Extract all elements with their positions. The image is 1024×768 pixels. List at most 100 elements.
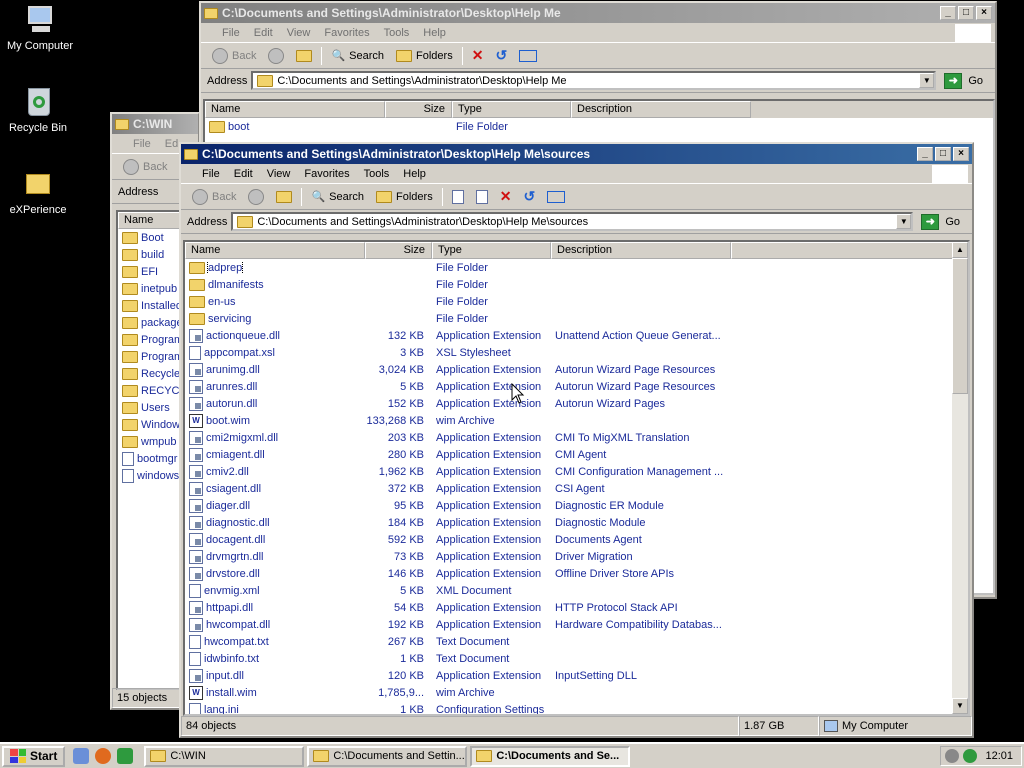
- address-dropdown-button[interactable]: ▼: [896, 214, 912, 229]
- table-row[interactable]: csiagent.dll 372 KB Application Extension C…: [185, 480, 968, 497]
- back-button[interactable]: Back: [120, 157, 170, 177]
- delete-button[interactable]: ✕: [497, 186, 515, 207]
- minimize-button[interactable]: _: [917, 147, 933, 161]
- copy-to-button[interactable]: [473, 188, 491, 206]
- menu-edit[interactable]: Edit: [227, 168, 260, 180]
- table-row[interactable]: diager.dll 95 KB Application Extension Diag…: [185, 497, 968, 514]
- quick-launch-desktop-icon[interactable]: [117, 748, 134, 764]
- undo-button[interactable]: ↺: [492, 45, 510, 66]
- menu-edit[interactable]: Edit: [247, 27, 280, 39]
- table-row[interactable]: drvmgrtn.dll 73 KB Application Extension Dr…: [185, 548, 968, 565]
- menu-favorites[interactable]: Favorites: [297, 168, 356, 180]
- table-row[interactable]: Winstall.wim 1,785,9... wim Archive: [185, 684, 968, 701]
- table-row[interactable]: input.dll 120 KB Application Extension Inpu…: [185, 667, 968, 684]
- menu-view[interactable]: View: [280, 27, 318, 39]
- menu-favorites[interactable]: Favorites: [317, 27, 376, 39]
- table-row[interactable]: arunimg.dll 3,024 KB Application Extension…: [185, 361, 968, 378]
- menu-tools[interactable]: Tools: [357, 168, 397, 180]
- title-bar[interactable]: C:\Documents and Settings\Administrator\…: [201, 3, 995, 23]
- table-row[interactable]: appcompat.xsl 3 KB XSL Stylesheet: [185, 344, 968, 361]
- menu-file[interactable]: File: [195, 168, 227, 180]
- folders-button[interactable]: Folders: [373, 189, 436, 205]
- file-list[interactable]: Name Size Type Description adprep File Fo…: [183, 240, 970, 716]
- desktop-icon-my-computer[interactable]: My Computer: [0, 4, 80, 52]
- desktop-icon-recycle-bin[interactable]: Recycle Bin: [0, 86, 78, 134]
- clock[interactable]: 12:01: [985, 750, 1013, 762]
- table-row[interactable]: diagnostic.dll 184 KB Application Extensio…: [185, 514, 968, 531]
- scroll-thumb[interactable]: [952, 258, 968, 394]
- tray-network-icon[interactable]: [963, 749, 977, 763]
- table-row[interactable]: hwcompat.txt 267 KB Text Document: [185, 633, 968, 650]
- table-row[interactable]: idwbinfo.txt 1 KB Text Document: [185, 650, 968, 667]
- desktop-icon-experience[interactable]: eXPerience: [0, 168, 78, 216]
- quick-launch-firefox-icon[interactable]: [95, 748, 112, 764]
- go-button[interactable]: ➜ Go: [917, 213, 972, 230]
- forward-button[interactable]: [245, 187, 267, 207]
- table-row[interactable]: httpapi.dll 54 KB Application Extension HTT…: [185, 599, 968, 616]
- up-folder-button[interactable]: [273, 189, 295, 205]
- address-dropdown-button[interactable]: ▼: [919, 73, 935, 88]
- menu-file[interactable]: File: [126, 138, 158, 150]
- search-button[interactable]: 🔍 Search: [308, 188, 367, 205]
- table-row[interactable]: adprep File Folder: [185, 259, 968, 276]
- quick-launch-explorer-icon[interactable]: [73, 748, 90, 764]
- address-input[interactable]: C:\Documents and Settings\Administrator\…: [251, 71, 937, 90]
- menu-file[interactable]: File: [215, 27, 247, 39]
- table-row[interactable]: en-us File Folder: [185, 293, 968, 310]
- table-row[interactable]: Wboot.wim 133,268 KB wim Archive: [185, 412, 968, 429]
- views-button[interactable]: [516, 48, 540, 64]
- column-header-description[interactable]: Description: [571, 101, 751, 118]
- column-header-name[interactable]: Name: [205, 101, 385, 118]
- maximize-button[interactable]: □: [935, 147, 951, 161]
- back-button[interactable]: Back: [189, 187, 239, 207]
- go-button[interactable]: ➜ Go: [940, 72, 995, 89]
- undo-button[interactable]: ↺: [520, 186, 538, 207]
- table-row[interactable]: envmig.xml 5 KB XML Document: [185, 582, 968, 599]
- column-header-type[interactable]: Type: [432, 242, 551, 259]
- address-input[interactable]: C:\Documents and Settings\Administrator\…: [231, 212, 914, 231]
- title-bar[interactable]: C:\WIN: [112, 114, 198, 134]
- column-header-size[interactable]: Size: [365, 242, 432, 259]
- scroll-up-button[interactable]: ▲: [952, 242, 968, 258]
- table-row[interactable]: docagent.dll 592 KB Application Extension D…: [185, 531, 968, 548]
- table-row[interactable]: drvstore.dll 146 KB Application Extension O…: [185, 565, 968, 582]
- delete-button[interactable]: ✕: [469, 45, 487, 66]
- table-row[interactable]: actionqueue.dll 132 KB Application Extensi…: [185, 327, 968, 344]
- task-button-sources[interactable]: C:\Documents and Se...: [470, 745, 631, 767]
- table-row[interactable]: lang.ini 1 KB Configuration Settings: [185, 701, 968, 714]
- table-row[interactable]: cmiagent.dll 280 KB Application Extension C…: [185, 446, 968, 463]
- table-row[interactable]: servicing File Folder: [185, 310, 968, 327]
- maximize-button[interactable]: □: [958, 6, 974, 20]
- table-row[interactable]: autorun.dll 152 KB Application Extension Au…: [185, 395, 968, 412]
- title-bar[interactable]: C:\Documents and Settings\Administrator\…: [181, 144, 972, 164]
- scroll-down-button[interactable]: ▼: [952, 698, 968, 714]
- column-header-description[interactable]: Description: [551, 242, 731, 259]
- task-button-c-win[interactable]: C:\WIN: [144, 745, 305, 767]
- vertical-scrollbar[interactable]: ▲ ▼: [952, 242, 968, 714]
- forward-button[interactable]: [265, 46, 287, 66]
- window-sources[interactable]: C:\Documents and Settings\Administrator\…: [179, 142, 974, 738]
- column-header-size[interactable]: Size: [385, 101, 452, 118]
- table-row[interactable]: arunres.dll 5 KB Application Extension Auto…: [185, 378, 968, 395]
- table-row[interactable]: cmiv2.dll 1,962 KB Application Extension CM…: [185, 463, 968, 480]
- minimize-button[interactable]: _: [940, 6, 956, 20]
- table-row[interactable]: dlmanifests File Folder: [185, 276, 968, 293]
- menu-view[interactable]: View: [260, 168, 298, 180]
- table-row[interactable]: hwcompat.dll 192 KB Application Extension H…: [185, 616, 968, 633]
- column-header-type[interactable]: Type: [452, 101, 571, 118]
- task-button-help-me[interactable]: C:\Documents and Settin...: [307, 745, 468, 767]
- list-item[interactable]: boot File Folder: [205, 118, 993, 135]
- table-row[interactable]: cmi2migxml.dll 203 KB Application Extensio…: [185, 429, 968, 446]
- start-button[interactable]: Start: [2, 745, 66, 767]
- back-button[interactable]: Back: [209, 46, 259, 66]
- tray-app-icon[interactable]: [945, 749, 959, 763]
- move-to-button[interactable]: [449, 188, 467, 206]
- menu-help[interactable]: Help: [416, 27, 453, 39]
- menu-tools[interactable]: Tools: [377, 27, 417, 39]
- close-button[interactable]: ×: [976, 6, 992, 20]
- folders-button[interactable]: Folders: [393, 48, 456, 64]
- views-button[interactable]: [544, 189, 568, 205]
- menu-help[interactable]: Help: [396, 168, 433, 180]
- column-header-name[interactable]: Name: [185, 242, 365, 259]
- search-button[interactable]: 🔍 Search: [328, 47, 387, 64]
